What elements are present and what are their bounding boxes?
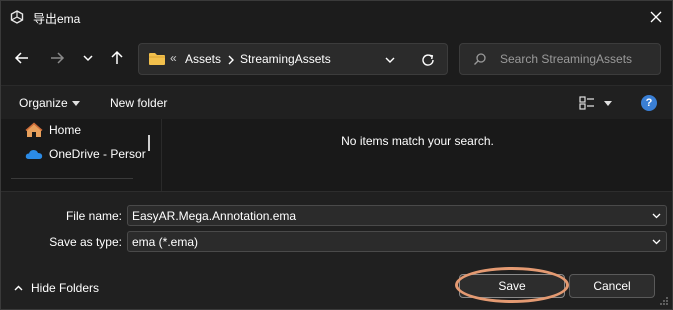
sidebar-item-label: OneDrive - Persor (49, 147, 146, 161)
save-as-type-label: Save as type: (49, 235, 122, 249)
chevron-down-icon (83, 55, 93, 62)
save-dialog: 导出ema « Assets StreamingAssets Search St… (0, 0, 673, 310)
arrow-right-icon (51, 52, 65, 64)
breadcrumb-assets[interactable]: Assets (185, 52, 221, 66)
file-list: No items match your search. (161, 119, 672, 191)
folder-icon (149, 53, 165, 65)
sidebar-item-home[interactable]: Home (25, 120, 81, 140)
organize-button[interactable]: Organize (19, 96, 68, 110)
sidebar-item-onedrive[interactable]: OneDrive - Persor (25, 144, 146, 164)
hide-folders-label: Hide Folders (31, 281, 100, 295)
command-bar: Organize New folder ? (1, 85, 672, 119)
save-highlight-annotation (455, 267, 569, 303)
sidebar-item-label: Home (49, 123, 82, 137)
file-name-value[interactable]: EasyAR.Mega.Annotation.ema (132, 209, 296, 223)
save-form: File name: EasyAR.Mega.Annotation.ema Sa… (1, 191, 672, 309)
window-title: 导出ema (33, 12, 81, 26)
save-as-type-select[interactable]: ema (*.ema) (127, 231, 667, 252)
caret-down-icon (72, 101, 80, 106)
file-name-label: File name: (65, 209, 122, 223)
breadcrumb-separator-icon (228, 55, 234, 65)
chevron-down-icon[interactable] (651, 210, 662, 221)
overflow-chevrons[interactable]: « (170, 51, 177, 65)
cancel-button[interactable]: Cancel (569, 274, 655, 298)
back-button[interactable] (11, 47, 33, 69)
refresh-icon[interactable] (419, 51, 437, 69)
recent-locations-button[interactable] (77, 47, 99, 69)
search-box[interactable]: Search StreamingAssets (459, 43, 661, 75)
chevron-up-icon (14, 285, 23, 290)
forward-button[interactable] (46, 47, 68, 69)
chevron-down-icon[interactable] (383, 53, 397, 67)
navigation-bar: « Assets StreamingAssets Search Streamin… (1, 33, 672, 85)
help-icon[interactable]: ? (641, 95, 657, 111)
address-bar[interactable]: « Assets StreamingAssets (138, 43, 448, 75)
divider (11, 178, 133, 179)
up-button[interactable] (106, 47, 128, 69)
file-name-field[interactable]: EasyAR.Mega.Annotation.ema (127, 205, 667, 226)
hide-folders-button[interactable]: Hide Folders (13, 281, 99, 295)
resize-grip-icon[interactable] (659, 296, 669, 306)
arrow-up-icon (111, 50, 123, 64)
search-input[interactable]: Search StreamingAssets (500, 52, 632, 66)
cloud-icon (25, 150, 43, 159)
caret-down-icon[interactable] (604, 101, 612, 106)
new-folder-button[interactable]: New folder (110, 96, 167, 110)
scrollbar[interactable] (148, 135, 150, 151)
chevron-down-icon[interactable] (651, 236, 662, 247)
close-button[interactable] (644, 5, 668, 29)
title-bar: 导出ema (1, 1, 672, 33)
save-as-type-value[interactable]: ema (*.ema) (132, 235, 198, 249)
breadcrumb-streamingassets[interactable]: StreamingAssets (240, 52, 331, 66)
home-icon (25, 122, 43, 137)
navigation-pane: Home OneDrive - Persor (1, 119, 161, 191)
close-icon (650, 11, 662, 23)
app-icon (10, 10, 24, 24)
arrow-left-icon (14, 52, 28, 64)
search-icon (474, 53, 486, 65)
view-options-icon[interactable] (579, 95, 595, 111)
empty-message: No items match your search. (341, 134, 494, 148)
